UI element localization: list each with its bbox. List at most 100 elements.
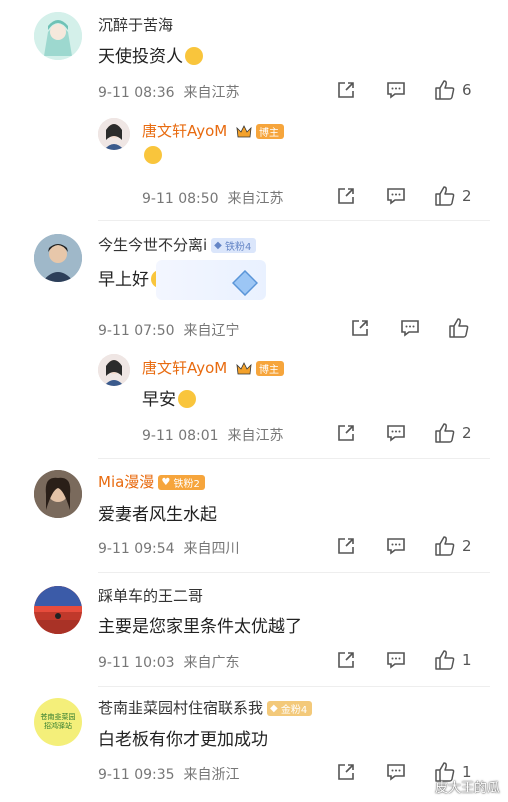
comment-location: 来自江苏 bbox=[183, 85, 240, 101]
like-button[interactable]: 2 bbox=[434, 535, 472, 557]
thumbs-up-icon bbox=[435, 80, 455, 100]
avatar[interactable] bbox=[34, 586, 82, 634]
comment-meta: 9-11 07:50 来自辽宁 bbox=[98, 320, 239, 340]
comment-date: 9-11 07:50 bbox=[98, 323, 175, 339]
avatar[interactable] bbox=[34, 470, 82, 518]
comment-text: 白老板有你才更加成功 bbox=[98, 730, 268, 750]
share-button[interactable] bbox=[336, 423, 356, 443]
comment-text: 爱妻者风生水起 bbox=[98, 505, 217, 525]
reply-location: 来自江苏 bbox=[227, 428, 284, 444]
share-button[interactable] bbox=[336, 80, 356, 100]
like-count: 1 bbox=[462, 651, 472, 669]
avatar-text: 苍南韭菜园 招鸿驿站 bbox=[40, 713, 76, 730]
comment-username[interactable]: 今生今世不分离i ◆ 铁粉4 bbox=[98, 234, 257, 255]
share-icon bbox=[338, 82, 354, 98]
comment-text: 主要是您家里条件太优越了 bbox=[98, 617, 302, 637]
comment-username-text: Mia漫漫 bbox=[98, 473, 155, 491]
comment-5: 苍南韭菜园 招鸿驿站 苍南韭菜园村住宿联系我 ◆ 金粉4 白老板有你才更加成功 9… bbox=[0, 688, 508, 802]
share-button[interactable] bbox=[336, 762, 356, 782]
reply-username-text: 唐文轩AyoM bbox=[142, 122, 228, 140]
share-icon bbox=[338, 764, 354, 780]
share-button[interactable] bbox=[350, 318, 370, 338]
person-avatar-icon bbox=[98, 354, 130, 386]
share-icon bbox=[338, 425, 354, 441]
fan-badge-label: 金粉4 bbox=[280, 705, 308, 716]
comment-username[interactable]: 沉醉于苦海 bbox=[98, 14, 173, 35]
blogger-badge: 博主 bbox=[256, 124, 285, 139]
share-button[interactable] bbox=[336, 650, 356, 670]
comment-date: 9-11 10:03 bbox=[98, 655, 175, 671]
fan-badge: ♥ 铁粉2 bbox=[158, 475, 205, 490]
like-count: 6 bbox=[462, 81, 472, 99]
stadium-avatar-icon bbox=[34, 586, 82, 634]
reply-location: 来自江苏 bbox=[227, 191, 284, 207]
like-button[interactable]: 2 bbox=[434, 185, 472, 207]
comment-2: 今生今世不分离i ◆ 铁粉4 早上好 9-11 07:50 来自辽宁 唐文轩Ayo… bbox=[0, 222, 508, 460]
like-button[interactable]: 2 bbox=[434, 422, 472, 444]
reply-button[interactable] bbox=[400, 318, 420, 338]
reply-username[interactable]: 唐文轩AyoM 博主 bbox=[142, 357, 285, 378]
sun-emoji-icon bbox=[178, 390, 196, 408]
fan-badge-label: 铁粉2 bbox=[173, 479, 200, 490]
fan-badge: ◆ 金粉4 bbox=[267, 701, 313, 716]
blogger-badge: 博主 bbox=[256, 361, 285, 376]
like-count: 2 bbox=[462, 537, 472, 555]
avatar[interactable] bbox=[34, 12, 82, 60]
share-button[interactable] bbox=[336, 186, 356, 206]
reply-button[interactable] bbox=[386, 650, 406, 670]
thumbs-up-icon bbox=[449, 318, 469, 338]
share-icon bbox=[352, 320, 368, 336]
thumbs-up-icon bbox=[435, 650, 455, 670]
laugh-emoji-icon bbox=[144, 146, 162, 164]
reply-username-text: 唐文轩AyoM bbox=[142, 359, 228, 377]
comment-meta: 9-11 09:54 来自四川 bbox=[98, 538, 239, 558]
like-button[interactable]: 6 bbox=[434, 79, 472, 101]
reply-button[interactable] bbox=[386, 186, 406, 206]
like-button[interactable] bbox=[448, 317, 470, 339]
watermark: 皮大王的瓜 bbox=[434, 781, 500, 796]
comment-icon bbox=[387, 82, 405, 99]
like-count: 2 bbox=[462, 187, 472, 205]
comment-icon bbox=[387, 425, 405, 442]
comment-username[interactable]: 踩单车的王二哥 bbox=[98, 585, 203, 606]
diamond-icon bbox=[232, 270, 258, 296]
reply-avatar[interactable] bbox=[98, 118, 130, 150]
fan-badge-label: 铁粉4 bbox=[225, 242, 252, 253]
comment-date: 9-11 09:35 bbox=[98, 767, 175, 783]
comment-icon bbox=[401, 320, 419, 337]
person-avatar-icon bbox=[98, 118, 130, 150]
reply-button[interactable] bbox=[386, 536, 406, 556]
avatar[interactable]: 苍南韭菜园 招鸿驿站 bbox=[34, 698, 82, 746]
reply-avatar[interactable] bbox=[98, 354, 130, 386]
like-button[interactable]: 1 bbox=[434, 649, 472, 671]
reply-meta: 9-11 08:50 来自江苏 bbox=[142, 188, 283, 208]
share-icon bbox=[338, 188, 354, 204]
comment-username-text: 苍南韭菜园村住宿联系我 bbox=[98, 699, 264, 717]
comment-username[interactable]: Mia漫漫 ♥ 铁粉2 bbox=[98, 471, 205, 492]
reply-text-content: 早安 bbox=[142, 390, 176, 410]
comment-text: 天使投资人 bbox=[98, 42, 203, 67]
comment-username[interactable]: 苍南韭菜园村住宿联系我 ◆ 金粉4 bbox=[98, 697, 313, 718]
avatar[interactable] bbox=[34, 234, 82, 282]
comment-icon bbox=[387, 652, 405, 669]
person-avatar-icon bbox=[34, 234, 82, 282]
reply-button[interactable] bbox=[386, 423, 406, 443]
person-avatar-icon bbox=[34, 470, 82, 518]
comment-text-content: 早上好 bbox=[98, 270, 149, 290]
sticker-decoration bbox=[156, 260, 266, 300]
crown-icon bbox=[236, 125, 252, 138]
comment-3: Mia漫漫 ♥ 铁粉2 爱妻者风生水起 9-11 09:54 来自四川 2 bbox=[0, 460, 508, 574]
share-icon bbox=[338, 652, 354, 668]
reply-button[interactable] bbox=[386, 762, 406, 782]
reply-text bbox=[142, 146, 162, 166]
divider bbox=[98, 572, 490, 573]
comment-meta: 9-11 10:03 来自广东 bbox=[98, 652, 239, 672]
reply-date: 9-11 08:01 bbox=[142, 428, 219, 444]
reply-button[interactable] bbox=[386, 80, 406, 100]
comment-location: 来自四川 bbox=[183, 541, 240, 557]
divider bbox=[98, 686, 490, 687]
share-button[interactable] bbox=[336, 536, 356, 556]
reply-username[interactable]: 唐文轩AyoM 博主 bbox=[142, 120, 285, 141]
divider bbox=[98, 220, 490, 221]
reply-text: 早安 bbox=[142, 385, 196, 410]
